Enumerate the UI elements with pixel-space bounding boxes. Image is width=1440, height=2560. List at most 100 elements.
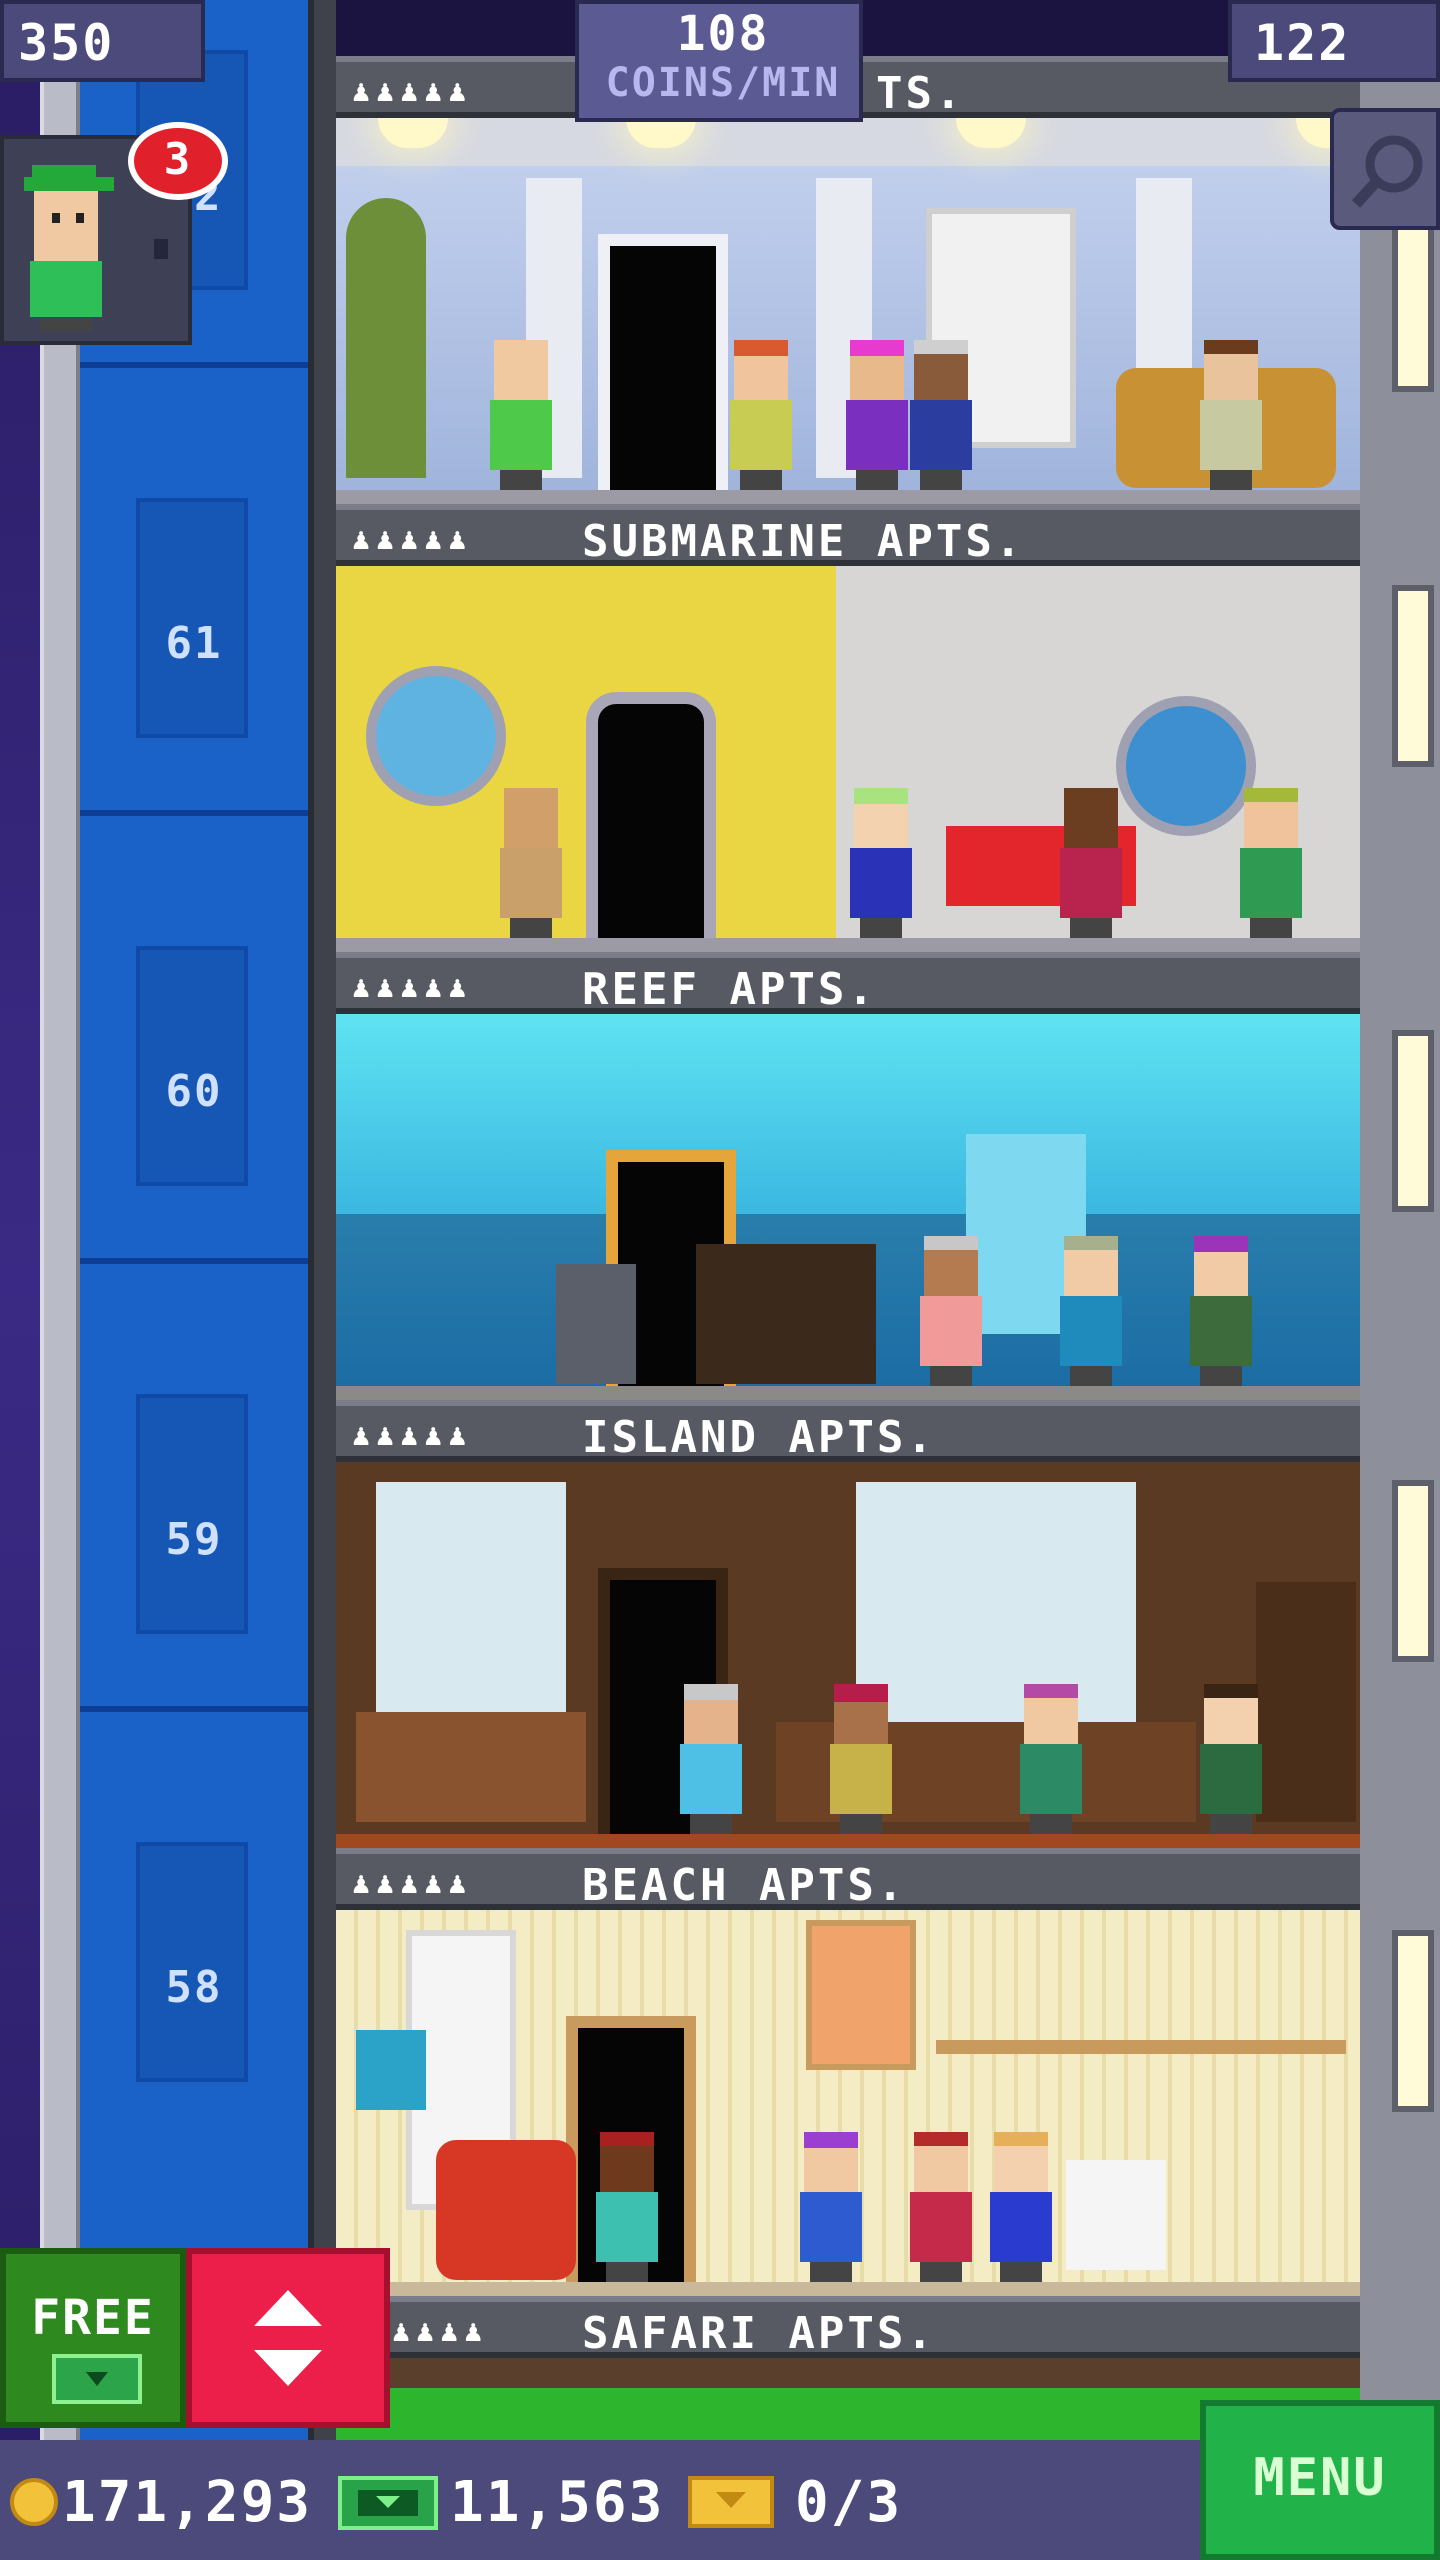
shaft-segment: 59 xyxy=(80,1258,308,1706)
resident[interactable] xyxy=(1056,788,1126,938)
resident[interactable] xyxy=(916,1236,986,1386)
floor-name: TS. xyxy=(876,68,965,119)
cornice xyxy=(336,118,1360,166)
resident[interactable] xyxy=(1236,788,1306,938)
elevator-rail xyxy=(40,0,80,2560)
floor-baseboard xyxy=(336,1834,1360,1848)
room-interior xyxy=(336,118,1360,504)
floor-label-bar: ♟♟♟♟♟ BEACH APTS. xyxy=(336,1848,1360,1911)
floor-submarine-apts[interactable]: ♟♟♟♟♟ SUBMARINE APTS. xyxy=(336,504,1360,952)
coin-rate-panel: 108 COINS/MIN xyxy=(575,0,863,122)
floor-counter[interactable]: 122 xyxy=(1228,0,1440,82)
apartment-door xyxy=(598,234,728,504)
golden-ticket-icon xyxy=(688,2476,774,2528)
wall-window xyxy=(1392,585,1434,767)
floor-name: ISLAND APTS. xyxy=(582,1412,936,1463)
occupancy-icons: ♟♟♟♟♟ xyxy=(352,970,473,1005)
arcade-machine xyxy=(556,1264,636,1384)
room-interior xyxy=(336,1462,1360,1848)
coin-rate-value: 108 xyxy=(676,6,770,62)
occupancy-icons: ♟♟♟♟♟ xyxy=(352,522,473,557)
floor-baseboard xyxy=(336,1386,1360,1400)
resident[interactable] xyxy=(796,2132,866,2282)
armchair xyxy=(356,1712,586,1822)
coin-rate-unit: COINS/MIN xyxy=(605,60,841,106)
floor-count-value: 122 xyxy=(1254,14,1351,72)
occupancy-icons: ♟♟♟♟♟ xyxy=(352,1418,473,1453)
cabinet xyxy=(1256,1582,1356,1822)
population-counter[interactable]: 350 xyxy=(0,0,205,82)
floor-name: SUBMARINE APTS. xyxy=(582,516,1025,567)
lamp-shade xyxy=(356,2030,426,2110)
potted-plant xyxy=(346,198,426,478)
shaft-segment: 60 xyxy=(80,810,308,1258)
porthole xyxy=(366,666,506,806)
resident[interactable] xyxy=(1196,340,1266,490)
menu-button[interactable]: MENU xyxy=(1200,2400,1440,2560)
shaft-segment: 58 xyxy=(80,1706,308,2154)
resident[interactable] xyxy=(1186,1236,1256,1386)
elevator-button[interactable] xyxy=(186,2248,390,2428)
wall-window xyxy=(1392,210,1434,392)
resident[interactable] xyxy=(842,340,912,490)
apartment-door xyxy=(586,692,716,952)
floor-safari-apts[interactable]: ♟♟♟♟ SAFARI APTS. xyxy=(336,2296,1360,2388)
resident[interactable] xyxy=(986,2132,1056,2282)
bux-icon xyxy=(52,2354,142,2404)
room-interior xyxy=(336,566,1360,952)
resident[interactable] xyxy=(592,2132,662,2282)
resident[interactable] xyxy=(826,1684,896,1834)
walrus xyxy=(696,1244,876,1384)
resident[interactable] xyxy=(1016,1684,1086,1834)
sunset-painting xyxy=(806,1920,916,2070)
floor-beach-apts[interactable]: ♟♟♟♟♟ BEACH APTS. xyxy=(336,1848,1360,2296)
resident[interactable] xyxy=(1196,1684,1266,1834)
red-armchair xyxy=(436,2140,576,2280)
floor-name: SAFARI APTS. xyxy=(582,2308,936,2359)
coins-value: 171,293 xyxy=(62,2470,313,2535)
coin-icon xyxy=(10,2478,58,2526)
elevator-floor-number: 61 xyxy=(165,618,223,669)
search-button[interactable] xyxy=(1330,108,1440,230)
floor-reef-apts[interactable]: ♟♟♟♟♟ REEF APTS. xyxy=(336,952,1360,1400)
shaft-edge xyxy=(308,0,336,2560)
occupancy-icons: ♟♟♟♟♟ xyxy=(352,74,473,109)
wall-window xyxy=(1392,1030,1434,1212)
floor-label-bar: ♟♟♟♟♟ ISLAND APTS. xyxy=(336,1400,1360,1463)
resident[interactable] xyxy=(1056,1236,1126,1386)
resident[interactable] xyxy=(906,2132,976,2282)
tickets-value: 0/3 xyxy=(795,2470,903,2535)
resident[interactable] xyxy=(676,1684,746,1834)
magnifier-icon xyxy=(1351,135,1423,208)
resident[interactable] xyxy=(906,340,976,490)
resident[interactable] xyxy=(846,788,916,938)
elevator-floor-number: 59 xyxy=(165,1514,223,1565)
shaft-segment: 61 xyxy=(80,362,308,810)
bookcase xyxy=(1066,2160,1166,2270)
wall-window xyxy=(1392,1930,1434,2112)
occupancy-icons: ♟♟♟♟ xyxy=(392,2314,489,2349)
resident[interactable] xyxy=(726,340,796,490)
elevator-shaft[interactable]: 62 61 60 59 58 xyxy=(80,0,308,2560)
free-label: FREE xyxy=(31,2290,155,2346)
resident[interactable] xyxy=(486,340,556,490)
bux-value: 11,563 xyxy=(450,2470,665,2535)
floor-label-bar: ♟♟♟♟♟ SUBMARINE APTS. xyxy=(336,504,1360,567)
porthole xyxy=(1116,696,1256,836)
floor-baseboard xyxy=(336,2282,1360,2296)
wall-shelf xyxy=(936,2040,1346,2054)
wall-window xyxy=(1392,1480,1434,1662)
floor-partial xyxy=(336,2358,1360,2388)
visitor-badge-count: 3 xyxy=(128,122,228,200)
free-bux-button[interactable]: FREE xyxy=(0,2248,186,2428)
elevator-floor-number: 60 xyxy=(165,1066,223,1117)
resident[interactable] xyxy=(496,788,566,938)
window xyxy=(856,1482,1136,1722)
floor-62-room[interactable] xyxy=(336,118,1360,504)
floor-island-apts[interactable]: ♟♟♟♟♟ ISLAND APTS. xyxy=(336,1400,1360,1848)
bux-icon xyxy=(338,2476,438,2530)
floor-label-bar: ♟♟♟♟ SAFARI APTS. xyxy=(336,2296,1360,2359)
space-background xyxy=(0,0,40,2560)
occupancy-icons: ♟♟♟♟♟ xyxy=(352,1866,473,1901)
floor-name: REEF APTS. xyxy=(582,964,877,1015)
